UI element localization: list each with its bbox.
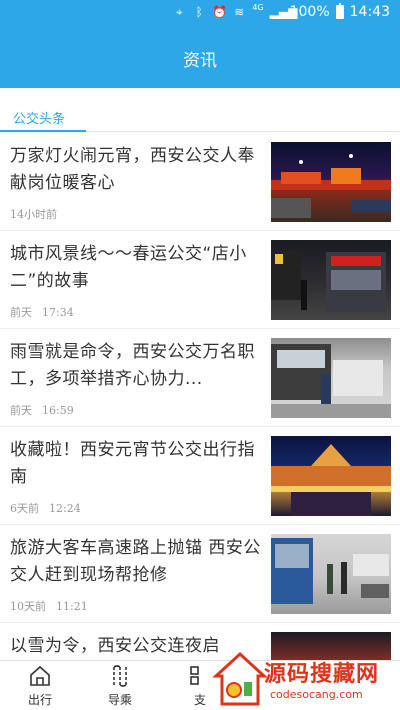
news-title: 旅游大客车高速路上抛锚 西安公交人赶到现场帮抢修 (10, 538, 261, 585)
news-time: 17:34 (42, 306, 74, 319)
pay-icon (190, 666, 199, 685)
news-date: 14小时前 (10, 208, 57, 221)
news-time: 16:59 (42, 404, 74, 417)
news-item[interactable]: 万家灯火闹元宵，西安公交人奉献岗位暖客心 14小时前 (0, 133, 400, 231)
wifi-icon: ≋ (234, 5, 245, 19)
news-meta: 6天前 12:24 (10, 500, 81, 516)
nav-item-guide[interactable]: 导乘 (80, 661, 160, 710)
news-title: 收藏啦！西安元宵节公交出行指南 (10, 440, 255, 487)
watermark-title: 源码搜藏网 (264, 662, 380, 687)
news-thumbnail (271, 436, 391, 516)
news-meta: 前天 16:59 (10, 402, 74, 418)
news-meta: 10天前 11:21 (10, 598, 88, 614)
news-time: 11:21 (56, 600, 88, 613)
news-meta: 14小时前 (10, 206, 67, 222)
battery-percent: 100% (289, 4, 330, 20)
news-meta: 前天 17:34 (10, 304, 74, 320)
battery-icon (335, 3, 344, 19)
app-header: ⌖ ᛒ ⏰ ≋ 4G ▂▄▆ 100% 14:43 资讯 (0, 0, 400, 88)
news-thumbnail (271, 534, 391, 614)
news-item[interactable]: 雨雪就是命令，西安公交万名职工，多项举措齐心协力... 前天 16:59 (0, 329, 400, 427)
watermark-house-logo (212, 651, 268, 706)
news-title: 万家灯火闹元宵，西安公交人奉献岗位暖客心 (10, 146, 255, 193)
watermark-url: codesocang.com (270, 688, 363, 701)
news-thumbnail (271, 240, 391, 320)
network-type: 4G (252, 2, 264, 12)
alarm-icon: ⏰ (212, 5, 228, 19)
nav-label: 出行 (27, 693, 52, 707)
news-title: 城市风景线～～春运公交“店小二”的故事 (10, 244, 247, 291)
section-tab-bar: 公交头条 (0, 102, 400, 132)
news-thumbnail (271, 338, 391, 418)
news-list[interactable]: 万家灯火闹元宵，西安公交人奉献岗位暖客心 14小时前 城市风景线～～春运公交“店… (0, 133, 400, 660)
news-item[interactable]: 城市风景线～～春运公交“店小二”的故事 前天 17:34 (0, 231, 400, 329)
status-bar: ⌖ ᛒ ⏰ ≋ 4G ▂▄▆ 100% 14:43 (0, 0, 400, 28)
bluetooth-icon: ᛒ (195, 5, 203, 19)
home-icon (30, 665, 50, 686)
route-icon (113, 665, 127, 687)
signal-icon: ▂▄▆ (269, 5, 298, 19)
news-item[interactable]: 收藏啦！西安元宵节公交出行指南 6天前 12:24 (0, 427, 400, 525)
news-date: 6天前 (10, 502, 39, 515)
news-date: 10天前 (10, 600, 46, 613)
clock: 14:43 (349, 4, 390, 20)
news-item[interactable]: 旅游大客车高速路上抛锚 西安公交人赶到现场帮抢修 10天前 11:21 (0, 525, 400, 623)
news-date: 前天 (10, 306, 32, 319)
tab-bus-headlines[interactable]: 公交头条 (13, 108, 65, 127)
news-thumbnail (271, 142, 391, 222)
nav-label: 导乘 (107, 693, 132, 707)
news-title: 雨雪就是命令，西安公交万名职工，多项举措齐心协力... (10, 342, 255, 389)
news-date: 前天 (10, 404, 32, 417)
news-time: 12:24 (49, 502, 81, 515)
tab-active-indicator (0, 130, 86, 132)
page-title: 资讯 (183, 51, 217, 71)
nav-item-travel[interactable]: 出行 (0, 661, 80, 710)
watermark: 源码搜藏网 codesocang.com (212, 646, 400, 710)
location-icon: ⌖ (175, 5, 183, 19)
